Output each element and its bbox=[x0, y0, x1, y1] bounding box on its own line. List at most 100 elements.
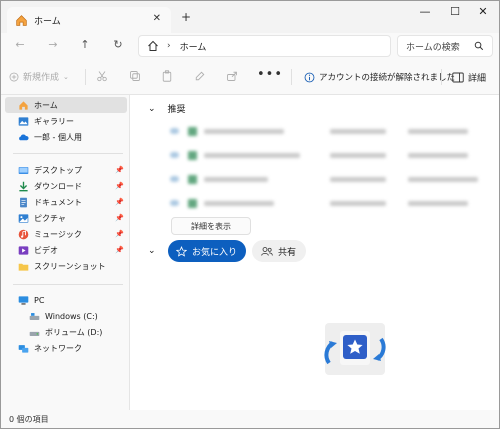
sidebar-item-downloads[interactable]: ダウンロード 📌 bbox=[5, 178, 127, 194]
see-more-button[interactable]: ••• bbox=[257, 67, 283, 82]
sidebar-item-gallery[interactable]: ギャラリー bbox=[5, 113, 127, 129]
recommended-title: 推奨 bbox=[167, 105, 186, 115]
share-icon[interactable] bbox=[226, 70, 238, 82]
copy-icon[interactable] bbox=[129, 70, 141, 82]
cloud-status-icon bbox=[170, 176, 179, 182]
blurred-text bbox=[330, 128, 386, 134]
sidebar-item-desktop[interactable]: デスクトップ 📌 bbox=[5, 162, 127, 178]
show-details-button[interactable]: 詳細を表示 bbox=[171, 217, 251, 235]
recommended-file-row[interactable] bbox=[170, 147, 490, 163]
shared-tab[interactable]: 共有 bbox=[251, 240, 306, 262]
forward-button[interactable]: → bbox=[45, 38, 61, 51]
blurred-text bbox=[408, 176, 478, 182]
onedrive-cloud-icon bbox=[19, 133, 29, 140]
network-icon bbox=[18, 344, 29, 353]
sidebar-item-label: ネットワーク bbox=[34, 343, 82, 353]
pictures-icon bbox=[18, 213, 29, 223]
sidebar-item-documents[interactable]: ドキュメント 📌 bbox=[5, 194, 127, 210]
new-button[interactable]: 新規作成 ⌄ bbox=[9, 70, 69, 83]
sidebar-divider bbox=[13, 284, 123, 285]
star-icon bbox=[176, 245, 188, 257]
maximize-button[interactable]: ☐ bbox=[445, 5, 465, 18]
refresh-button[interactable]: ↻ bbox=[110, 38, 126, 51]
breadcrumb-home[interactable]: ホーム bbox=[180, 40, 207, 53]
recommended-file-row[interactable] bbox=[170, 171, 490, 187]
sidebar-item-videos[interactable]: ビデオ 📌 bbox=[5, 242, 127, 258]
sidebar-item-onedrive[interactable]: 一郎 - 個人用 bbox=[5, 129, 127, 145]
sidebar-item-label: ピクチャ bbox=[34, 213, 66, 223]
sidebar-item-drive-d[interactable]: ボリューム (D:) bbox=[5, 324, 127, 340]
minimize-button[interactable]: — bbox=[415, 5, 435, 18]
download-icon bbox=[19, 181, 28, 191]
pin-icon[interactable]: 📌 bbox=[115, 182, 124, 190]
details-pane-button[interactable]: 詳細 bbox=[452, 71, 486, 84]
new-button-label: 新規作成 bbox=[23, 73, 60, 83]
desktop-icon bbox=[18, 166, 29, 174]
sidebar-item-screenshots[interactable]: スクリーンショット bbox=[5, 258, 127, 274]
documents-icon bbox=[20, 197, 27, 207]
home-outline-icon bbox=[148, 40, 158, 51]
sidebar-item-label: ドキュメント bbox=[34, 197, 82, 207]
back-button[interactable]: ← bbox=[12, 38, 28, 51]
chevron-down-icon[interactable]: ⌄ bbox=[148, 246, 156, 256]
account-notice-text: アカウントの接続が解除されました bbox=[319, 73, 456, 83]
pc-icon bbox=[18, 295, 29, 305]
recommended-file-row[interactable] bbox=[170, 195, 490, 211]
blurred-text bbox=[408, 152, 468, 158]
sidebar-item-pictures[interactable]: ピクチャ 📌 bbox=[5, 210, 127, 226]
sidebar-item-network[interactable]: ネットワーク bbox=[5, 340, 127, 356]
pin-icon[interactable]: 📌 bbox=[115, 214, 124, 222]
blurred-text bbox=[204, 200, 274, 206]
cut-icon[interactable] bbox=[96, 70, 108, 82]
sidebar-item-pc[interactable]: PC bbox=[5, 292, 127, 308]
recommended-section-header[interactable]: ⌄ 推奨 bbox=[148, 102, 186, 116]
pin-icon[interactable]: 📌 bbox=[115, 246, 124, 254]
blurred-text bbox=[330, 152, 386, 158]
tab-close-icon[interactable]: ✕ bbox=[153, 13, 161, 24]
command-bar: 新規作成 ⌄ ••• アカウントの接続が解除されました 詳細 bbox=[1, 59, 499, 95]
file-explorer-window: ホーム ✕ + — ☐ ✕ ← → ↑ ↻ › ホーム ホームの検索 新規作成 … bbox=[0, 0, 500, 429]
new-tab-button[interactable]: + bbox=[181, 10, 191, 24]
cloud-status-icon bbox=[170, 152, 179, 158]
people-icon bbox=[261, 246, 273, 256]
blurred-text bbox=[408, 200, 468, 206]
info-icon bbox=[304, 72, 315, 82]
sidebar-item-label: ビデオ bbox=[34, 245, 58, 255]
sidebar-divider bbox=[13, 153, 123, 154]
sidebar-item-home[interactable]: ホーム bbox=[5, 97, 127, 113]
sidebar-item-label: Windows (C:) bbox=[45, 311, 98, 321]
account-disconnected-notice[interactable]: アカウントの接続が解除されました bbox=[304, 71, 455, 83]
recommended-file-row[interactable] bbox=[170, 123, 490, 139]
pin-icon[interactable]: 📌 bbox=[115, 166, 124, 174]
blurred-text bbox=[408, 128, 468, 134]
sidebar-item-music[interactable]: ミュージック 📌 bbox=[5, 226, 127, 242]
details-pane-icon bbox=[452, 72, 464, 83]
command-divider bbox=[291, 69, 292, 85]
close-window-button[interactable]: ✕ bbox=[473, 5, 493, 18]
blurred-text bbox=[204, 128, 284, 134]
drive-icon bbox=[29, 331, 40, 336]
shared-label: 共有 bbox=[278, 247, 297, 258]
sidebar-item-label: PC bbox=[34, 295, 45, 305]
excel-file-icon bbox=[188, 174, 197, 184]
sidebar-item-drive-c[interactable]: Windows (C:) bbox=[5, 308, 127, 324]
pin-icon[interactable]: 📌 bbox=[115, 198, 124, 206]
favorites-tab[interactable]: お気に入り bbox=[167, 240, 246, 262]
music-icon bbox=[18, 229, 29, 239]
sidebar-item-label: 一郎 - 個人用 bbox=[34, 132, 82, 142]
up-button[interactable]: ↑ bbox=[77, 38, 93, 51]
sidebar-item-label: ホーム bbox=[34, 100, 58, 110]
paste-icon[interactable] bbox=[161, 70, 173, 82]
sidebar-item-label: ダウンロード bbox=[34, 181, 82, 191]
excel-file-icon bbox=[188, 126, 197, 136]
blurred-text bbox=[330, 200, 386, 206]
address-bar[interactable]: › ホーム bbox=[138, 35, 391, 57]
excel-file-icon bbox=[188, 198, 197, 208]
chevron-down-icon: ⌄ bbox=[63, 72, 69, 81]
search-box[interactable]: ホームの検索 bbox=[397, 35, 493, 57]
cloud-status-icon bbox=[170, 200, 179, 206]
rename-icon[interactable] bbox=[194, 70, 206, 82]
home-icon bbox=[19, 100, 28, 110]
pin-icon[interactable]: 📌 bbox=[115, 230, 124, 238]
tab-home[interactable]: ホーム ✕ bbox=[7, 7, 171, 33]
